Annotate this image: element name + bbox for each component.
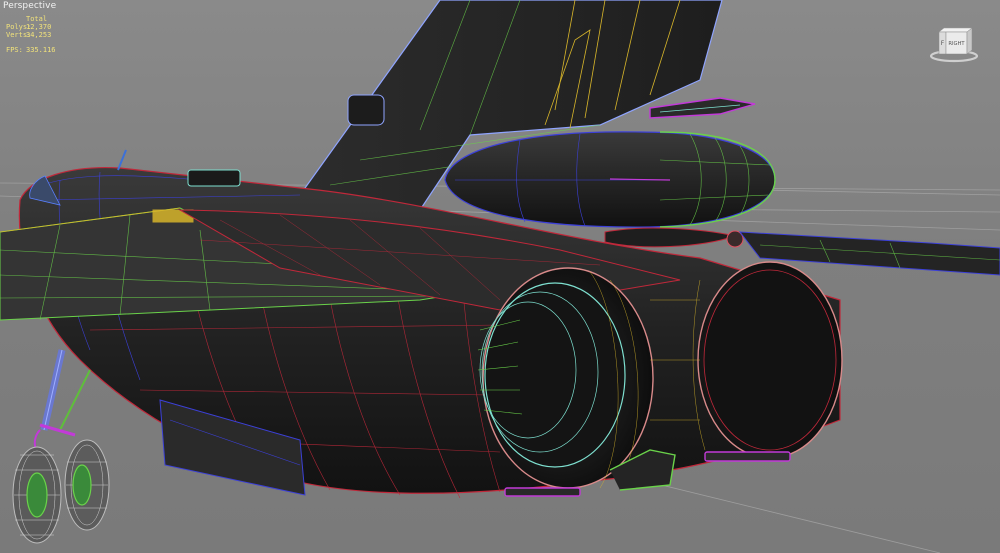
tail-missile [649,97,756,119]
viewport-label[interactable]: Perspective [3,1,56,11]
verts-value: 34,253 [26,31,52,39]
viewcube-top-face[interactable] [938,27,973,33]
polys-value: 12,370 [26,23,52,31]
sensor-ball [604,227,744,248]
viewcube-face-f: F [941,40,945,47]
viewcube-navigator[interactable]: F RIGHT [930,26,978,64]
fuel-pod [444,131,776,228]
viewcube-face-right: RIGHT [948,41,965,47]
landing-wheel-front [12,446,62,544]
fps-label: FPS: [6,46,23,54]
fps-value: 335.116 [26,46,56,54]
3d-scene[interactable] [0,0,1000,553]
perspective-viewport[interactable]: Perspective Total Polys: 12,370 Verts: 34,… [0,0,1000,553]
viewcube-right-edge[interactable] [966,27,973,55]
stats-header: Total [26,15,48,23]
landing-gear [33,349,91,457]
landing-wheel-rear [64,439,110,531]
